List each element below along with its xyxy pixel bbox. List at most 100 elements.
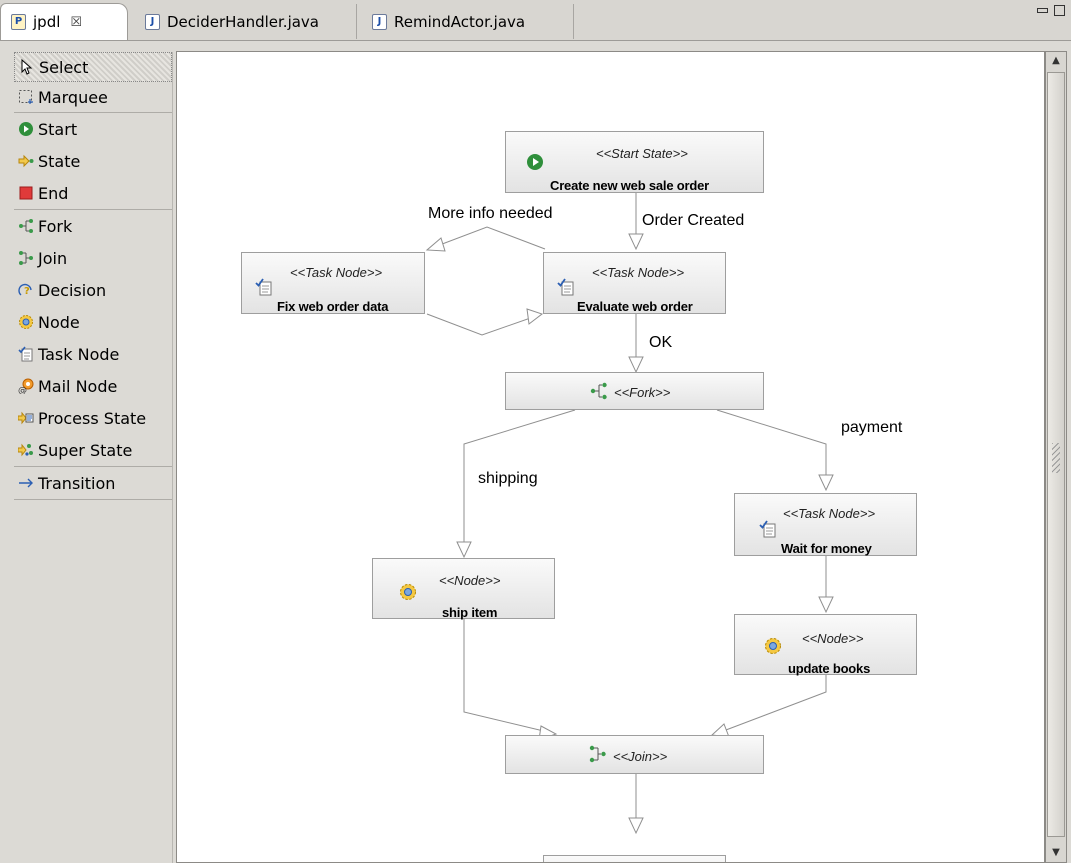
transition-update-to-join[interactable] <box>717 674 827 734</box>
palette-connections-group: Transition <box>14 467 172 500</box>
decision-icon: ? <box>18 282 34 298</box>
arrowhead <box>818 474 834 492</box>
node-name: update books <box>788 661 871 676</box>
fork-icon <box>590 382 607 400</box>
node-stereotype: <<Fork>> <box>614 385 671 400</box>
svg-text:?: ? <box>24 286 30 297</box>
node-name: Create new web sale order <box>550 178 710 193</box>
node-wait-for-money[interactable]: <<Task Node>> Wait for money <box>734 493 917 556</box>
tab-remind-actor[interactable]: J RemindActor.java <box>362 4 574 39</box>
java-file-icon: J <box>145 13 160 30</box>
palette-item-label: Select <box>39 57 89 77</box>
arrow-pointer-icon <box>19 59 35 75</box>
palette-item-state[interactable]: State <box>14 145 172 177</box>
palette-item-label: Super State <box>38 440 133 460</box>
editor-tab-bar: P jpdl ☒ J DeciderHandler.java J RemindA… <box>0 0 1071 41</box>
label-payment: payment <box>841 419 903 436</box>
window-controls <box>1037 5 1065 16</box>
palette-item-end[interactable]: End <box>14 177 172 209</box>
palette-item-label: Task Node <box>38 344 120 364</box>
node-fix-web-order[interactable]: <<Task Node>> Fix web order data <box>241 252 425 314</box>
palette-item-label: Marquee <box>38 87 108 107</box>
fork-icon <box>18 218 34 234</box>
minimize-icon[interactable] <box>1037 8 1048 13</box>
transition-ship-to-join[interactable] <box>463 618 553 734</box>
arrowhead <box>628 817 644 835</box>
palette-item-join[interactable]: Join <box>14 242 172 274</box>
node-join[interactable]: <<Join>> <box>505 735 764 774</box>
node-next-partial[interactable] <box>543 855 726 862</box>
label-ok: OK <box>649 334 672 351</box>
label-shipping: shipping <box>478 470 538 487</box>
palette-item-marquee[interactable]: Marquee <box>14 82 172 112</box>
process-state-icon <box>18 410 34 426</box>
palette-item-label: Start <box>38 119 78 139</box>
palette-item-label: End <box>38 183 69 203</box>
palette-tools-group: Select Marquee <box>14 52 172 113</box>
node-evaluate-web-order[interactable]: <<Task Node>> Evaluate web order <box>543 252 726 314</box>
task-node-icon <box>557 278 574 296</box>
node-start-state[interactable]: <<Start State>> Create new web sale orde… <box>505 131 764 193</box>
java-file-icon: J <box>372 13 387 30</box>
palette-item-label: Decision <box>38 280 107 300</box>
state-icon <box>18 153 34 169</box>
palette-item-label: Mail Node <box>38 376 118 396</box>
join-icon <box>18 250 34 266</box>
label-more-info-needed: More info needed <box>428 205 553 222</box>
palette-item-label: Join <box>38 248 68 268</box>
marquee-icon <box>18 89 34 105</box>
task-node-icon <box>18 346 34 362</box>
scroll-down-arrow-icon[interactable]: ▼ <box>1047 844 1065 862</box>
end-icon <box>18 185 34 201</box>
scroll-grip-icon <box>1052 443 1060 473</box>
arrowhead <box>628 233 644 251</box>
tab-decider-handler[interactable]: J DeciderHandler.java <box>135 4 357 39</box>
join-icon <box>589 745 606 763</box>
palette-item-process-state[interactable]: Process State <box>14 402 172 434</box>
node-ship-item[interactable]: <<Node>> ship item <box>372 558 555 620</box>
node-stereotype: <<Task Node>> <box>592 265 685 280</box>
palette-item-start[interactable]: Start <box>14 113 172 145</box>
node-stereotype: <<Task Node>> <box>290 265 383 280</box>
arrowhead <box>818 596 834 614</box>
node-fork[interactable]: <<Fork>> <box>505 372 764 410</box>
node-name: Evaluate web order <box>577 299 693 314</box>
transition-more-info-needed[interactable] <box>428 226 546 250</box>
palette-item-task-node[interactable]: Task Node <box>14 338 172 370</box>
label-order-created: Order Created <box>642 212 744 229</box>
palette-item-label: Node <box>38 312 80 332</box>
vertical-scrollbar[interactable]: ▲ ▼ <box>1045 51 1067 863</box>
node-name: Wait for money <box>781 541 872 556</box>
arrowhead <box>526 308 544 325</box>
palette-item-transition[interactable]: Transition <box>14 467 172 499</box>
tab-label: jpdl <box>33 13 61 31</box>
palette-item-super-state[interactable]: Super State <box>14 434 172 466</box>
maximize-icon[interactable] <box>1054 5 1065 16</box>
palette-item-node[interactable]: Node <box>14 306 172 338</box>
arrowhead <box>425 237 446 252</box>
node-name: ship item <box>442 605 498 620</box>
close-tab-icon[interactable]: ☒ <box>70 15 82 30</box>
start-icon <box>18 121 34 137</box>
svg-text:@: @ <box>18 386 27 394</box>
scroll-up-arrow-icon[interactable]: ▲ <box>1047 52 1065 70</box>
transition-payment[interactable] <box>716 409 827 485</box>
palette-item-mail-node[interactable]: @ Mail Node <box>14 370 172 402</box>
palette-item-decision[interactable]: ? Decision <box>14 274 172 306</box>
diagram-canvas[interactable]: More info needed Order Created OK paymen… <box>176 51 1045 863</box>
palette-item-label: Transition <box>38 473 116 493</box>
arrowhead <box>628 356 644 374</box>
palette: Select Marquee Start State End Fork Join… <box>14 52 173 863</box>
palette-item-fork[interactable]: Fork <box>14 210 172 242</box>
task-node-icon <box>759 520 776 538</box>
transition-fix-to-evaluate[interactable] <box>426 313 540 336</box>
scrollbar-thumb[interactable] <box>1047 72 1065 837</box>
task-node-icon <box>255 278 272 296</box>
node-update-books[interactable]: <<Node>> update books <box>734 614 917 676</box>
palette-item-label: Fork <box>38 216 73 236</box>
palette-item-select[interactable]: Select <box>14 52 172 82</box>
node-stereotype: <<Start State>> <box>596 146 688 161</box>
node-gear-icon <box>400 584 416 600</box>
palette-item-label: State <box>38 151 81 171</box>
tab-jpdl[interactable]: P jpdl ☒ <box>0 3 128 40</box>
